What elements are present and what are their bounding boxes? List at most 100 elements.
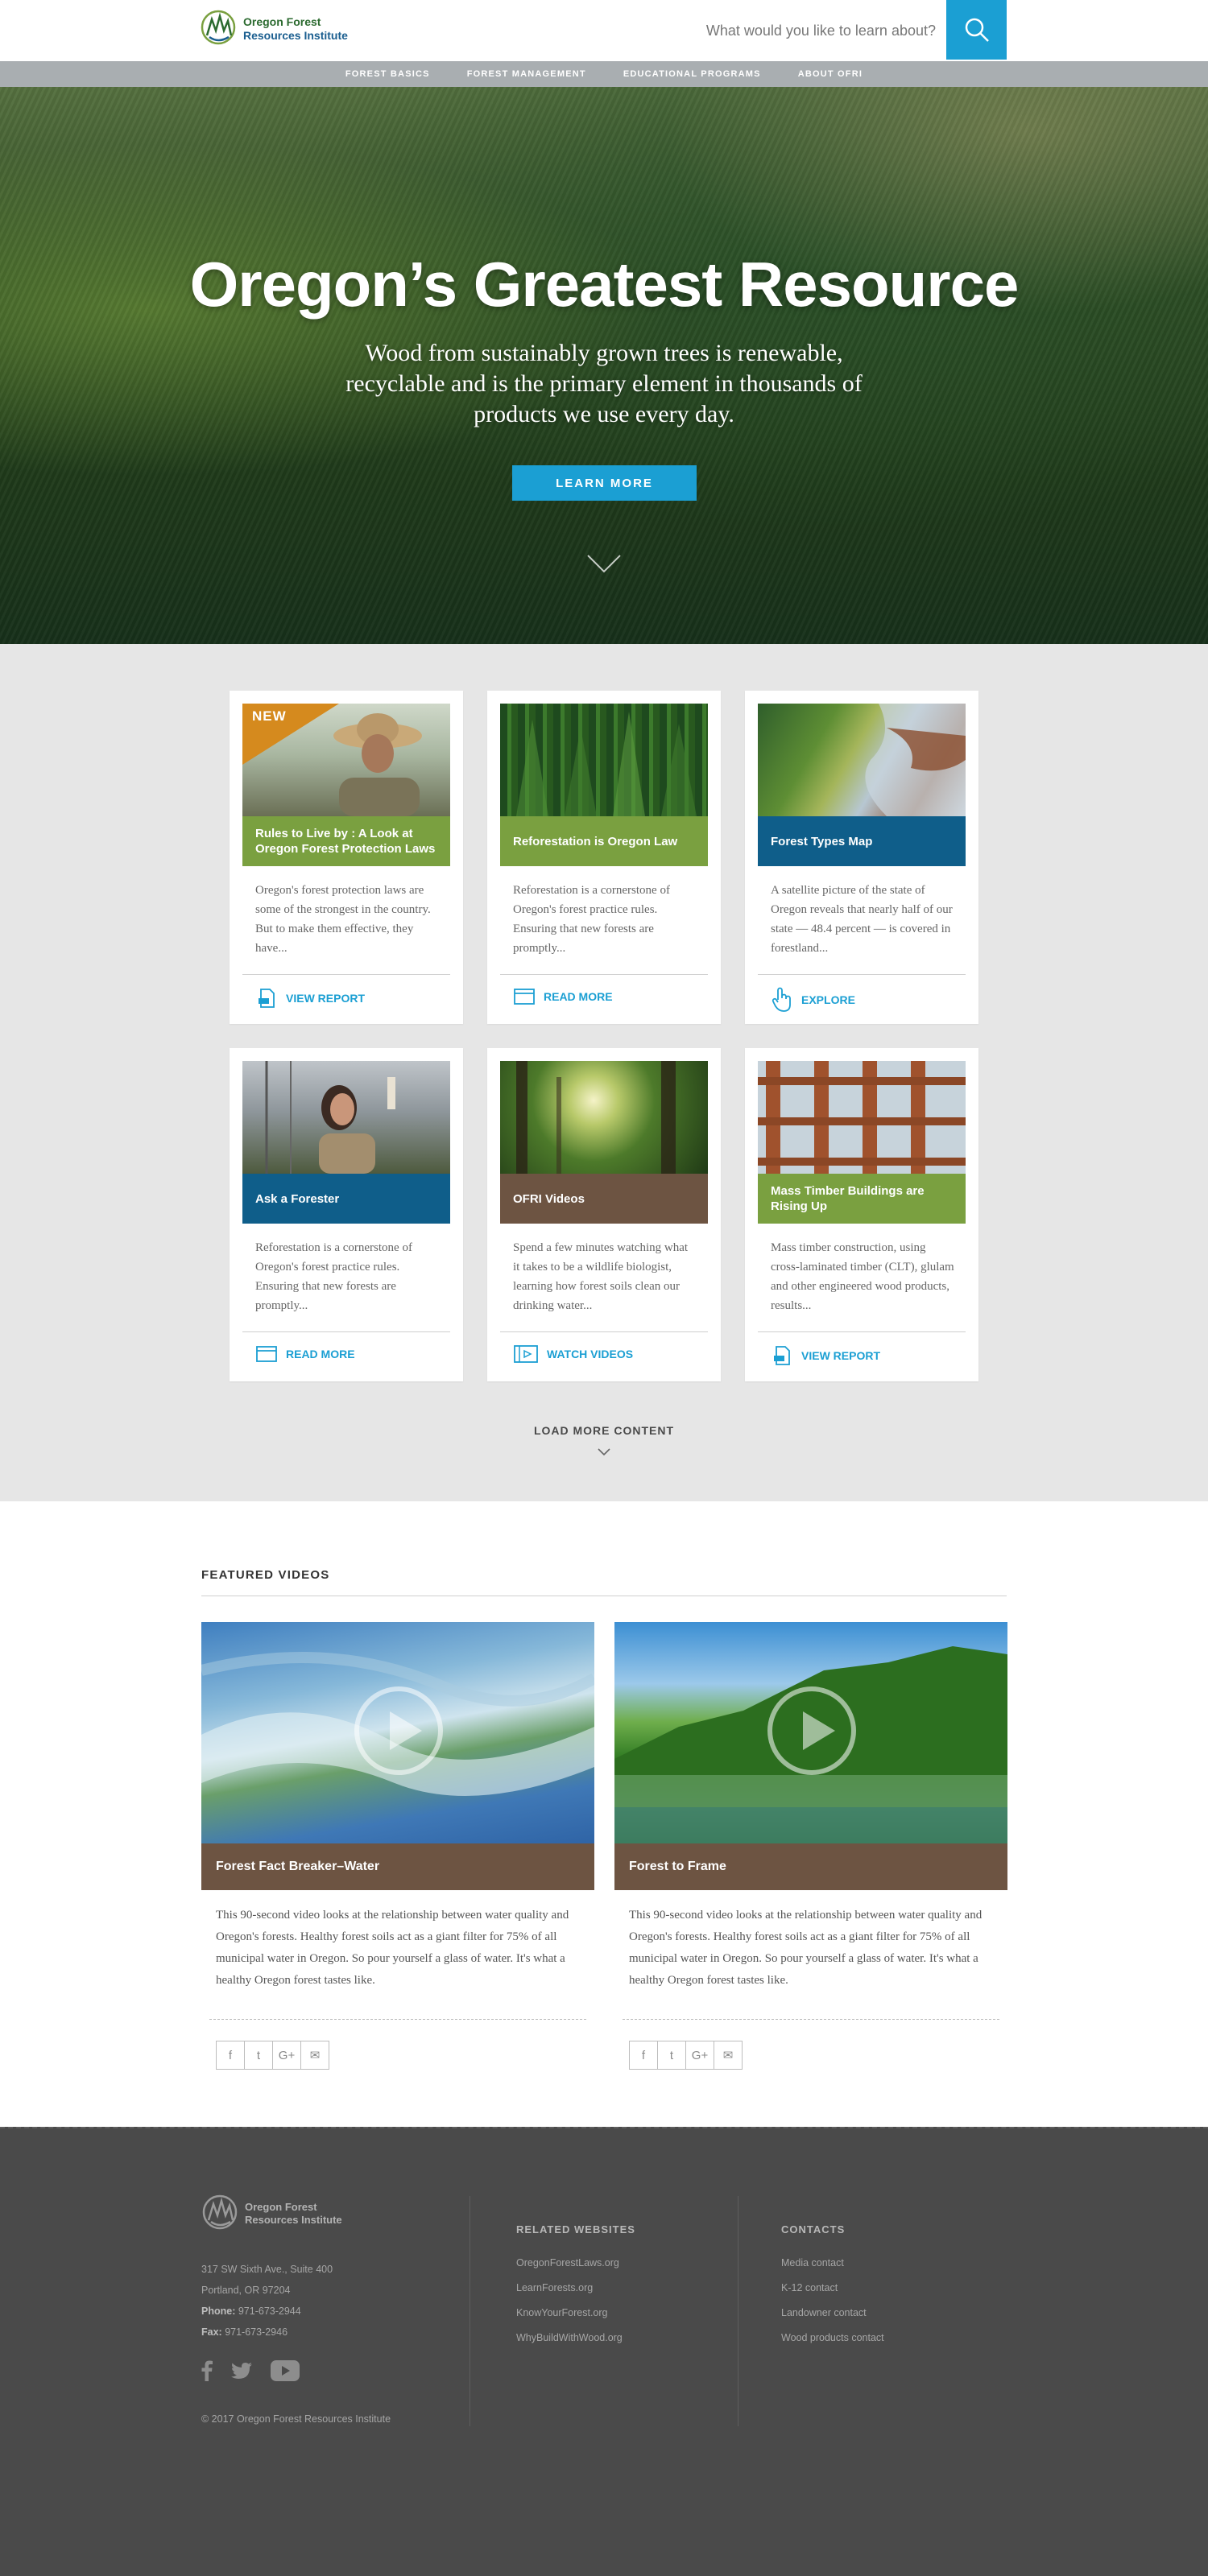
card-image <box>500 704 708 816</box>
twitter-icon[interactable]: t <box>657 2041 686 2070</box>
card-divider <box>242 974 450 975</box>
address-line-2: Portland, OR 97204 <box>201 2285 291 2296</box>
report-icon <box>259 989 275 1008</box>
timber-building-photo <box>758 1061 966 1174</box>
card-action-label: READ MORE <box>544 990 613 1003</box>
related-link-whybuildwithwood[interactable]: WhyBuildWithWood.org <box>516 2326 623 2351</box>
contacts-heading: CONTACTS <box>781 2223 846 2235</box>
search-button[interactable] <box>946 0 1007 60</box>
video-title[interactable]: Forest Fact Breaker–Water <box>201 1843 594 1890</box>
fax-label: Fax: <box>201 2326 222 2338</box>
card-image <box>758 704 966 816</box>
related-link-learnforests[interactable]: LearnForests.org <box>516 2276 623 2301</box>
logo-line-2: Resources Institute <box>243 29 348 42</box>
email-icon[interactable]: ✉ <box>714 2041 743 2070</box>
card-description: Oregon's forest protection laws are some… <box>255 884 431 955</box>
nav-forest-basics[interactable]: FOREST BASICS <box>345 69 430 79</box>
content-card[interactable]: Forest Types Map A satellite picture of … <box>745 691 978 1024</box>
chevron-down-icon[interactable] <box>586 552 622 575</box>
play-icon[interactable] <box>354 1686 443 1775</box>
video-card: Forest to Frame This 90-second video loo… <box>614 1622 1007 2070</box>
dashed-divider <box>209 2019 586 2020</box>
site-logo[interactable]: Oregon Forest Resources Institute <box>200 8 348 50</box>
footer-logo[interactable]: Oregon Forest Resources Institute <box>201 2193 342 2235</box>
content-card[interactable]: Mass Timber Buildings are Rising Up Mass… <box>745 1048 978 1381</box>
fax-number: 971-673-2946 <box>225 2326 288 2338</box>
video-card: Forest Fact Breaker–Water This 90-second… <box>201 1622 594 2070</box>
phone-number[interactable]: 971-673-2944 <box>238 2306 301 2317</box>
related-websites-list: OregonForestLaws.org LearnForests.org Kn… <box>516 2251 623 2351</box>
card-action-label: READ MORE <box>286 1348 355 1360</box>
content-card[interactable]: OFRI Videos Spend a few minutes watching… <box>487 1048 721 1381</box>
contact-link-k12[interactable]: K-12 contact <box>781 2276 884 2301</box>
nav-educational-programs[interactable]: EDUCATIONAL PROGRAMS <box>623 69 761 79</box>
facebook-icon[interactable]: f <box>629 2041 658 2070</box>
card-title[interactable]: Reforestation is Oregon Law <box>500 816 708 866</box>
featured-videos-heading: FEATURED VIDEOS <box>201 1568 330 1582</box>
load-more-button[interactable]: LOAD MORE CONTENT <box>0 1424 1208 1437</box>
card-description: Spend a few minutes watching what it tak… <box>513 1241 689 1312</box>
content-card[interactable]: Ask a Forester Reforestation is a corner… <box>230 1048 463 1381</box>
chevron-down-icon[interactable] <box>597 1447 611 1457</box>
phone-row: Phone: 971-673-2944 <box>201 2301 333 2322</box>
video-thumbnail[interactable] <box>614 1622 1007 1843</box>
content-card[interactable]: Reforestation is Oregon Law Reforestatio… <box>487 691 721 1024</box>
card-description: A satellite picture of the state of Oreg… <box>771 884 953 955</box>
card-description: Reforestation is a cornerstone of Oregon… <box>255 1241 412 1312</box>
learn-more-button[interactable]: LEARN MORE <box>512 465 697 501</box>
ofri-logo-icon <box>201 10 236 45</box>
ofri-logo-icon <box>202 2194 238 2230</box>
play-icon[interactable] <box>767 1686 856 1775</box>
card-action-label: VIEW REPORT <box>286 992 366 1005</box>
video-description: This 90-second video looks at the relati… <box>629 1909 983 1987</box>
related-link-knowyourforest[interactable]: KnowYourForest.org <box>516 2301 623 2326</box>
card-title[interactable]: Ask a Forester <box>242 1174 450 1224</box>
read-more-link[interactable]: READ MORE <box>255 1344 355 1364</box>
contact-link-landowner[interactable]: Landowner contact <box>781 2301 884 2326</box>
nav-forest-management[interactable]: FOREST MANAGEMENT <box>467 69 586 79</box>
nav-about-ofri[interactable]: ABOUT OFRI <box>798 69 863 79</box>
hero-title: Oregon’s Greatest Resource <box>189 249 1020 320</box>
contact-link-media[interactable]: Media contact <box>781 2251 884 2276</box>
card-divider <box>242 1331 450 1332</box>
new-badge-label: NEW <box>252 708 287 724</box>
view-report-link[interactable]: VIEW REPORT <box>255 987 365 1009</box>
logo-line-2: Resources Institute <box>245 2214 342 2226</box>
google-plus-icon[interactable]: G+ <box>272 2041 301 2070</box>
facebook-icon[interactable]: f <box>216 2041 245 2070</box>
search-icon <box>965 18 989 42</box>
related-websites-heading: RELATED WEBSITES <box>516 2223 635 2235</box>
article-icon <box>514 989 535 1005</box>
search-input[interactable] <box>693 14 942 47</box>
card-title[interactable]: OFRI Videos <box>500 1174 708 1224</box>
email-icon[interactable]: ✉ <box>300 2041 329 2070</box>
video-icon <box>514 1345 538 1363</box>
youtube-icon[interactable] <box>271 2360 300 2381</box>
card-divider <box>758 1331 966 1332</box>
related-link-oregonforestlaws[interactable]: OregonForestLaws.org <box>516 2251 623 2276</box>
site-footer: Oregon Forest Resources Institute 317 SW… <box>0 2127 1208 2576</box>
card-title[interactable]: Rules to Live by : A Look at Oregon Fore… <box>242 816 450 866</box>
video-title[interactable]: Forest to Frame <box>614 1843 1007 1890</box>
twitter-icon[interactable] <box>230 2362 253 2380</box>
card-title[interactable]: Mass Timber Buildings are Rising Up <box>758 1174 966 1224</box>
card-action-label: WATCH VIDEOS <box>547 1348 634 1360</box>
forester-photo <box>265 1061 395 1174</box>
card-title[interactable]: Forest Types Map <box>758 816 966 866</box>
twitter-icon[interactable]: t <box>244 2041 273 2070</box>
contact-link-wood-products[interactable]: Wood products contact <box>781 2326 884 2351</box>
explore-link[interactable]: EXPLORE <box>771 987 855 1013</box>
phone-label: Phone: <box>201 2306 236 2317</box>
google-plus-icon[interactable]: G+ <box>685 2041 714 2070</box>
content-card[interactable]: NEW Rules to Live by : A Look at Oregon … <box>230 691 463 1024</box>
read-more-link[interactable]: READ MORE <box>513 987 613 1006</box>
share-buttons: f t G+ ✉ <box>629 2041 1007 2070</box>
report-icon <box>774 1346 790 1365</box>
watch-videos-link[interactable]: WATCH VIDEOS <box>513 1344 633 1364</box>
facebook-icon[interactable] <box>201 2360 213 2381</box>
card-image <box>242 1061 450 1174</box>
view-report-link[interactable]: VIEW REPORT <box>771 1344 880 1367</box>
pointer-hand-icon <box>772 987 791 1012</box>
video-thumbnail[interactable] <box>201 1622 594 1843</box>
card-image <box>500 1061 708 1174</box>
